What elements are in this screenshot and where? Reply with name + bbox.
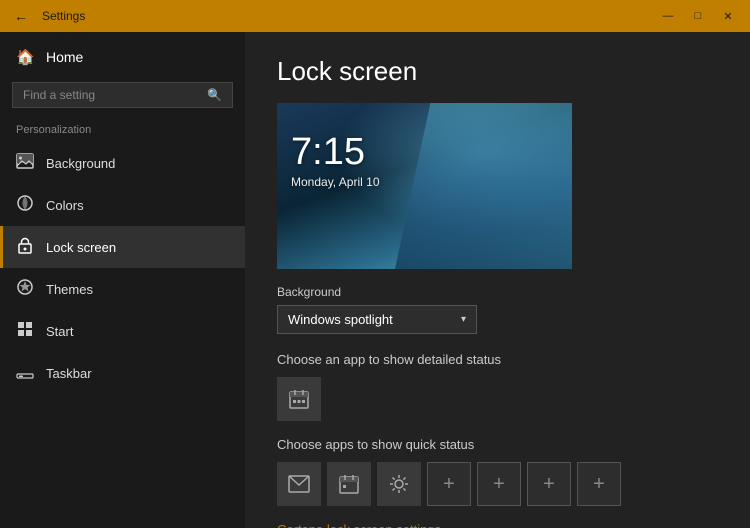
titlebar-left: ← Settings [8, 6, 85, 26]
home-label: Home [46, 49, 83, 65]
titlebar: ← Settings — □ ✕ [0, 0, 750, 32]
sidebar-item-taskbar-label: Taskbar [46, 366, 92, 381]
colors-icon [16, 194, 34, 216]
calendar-app-button[interactable] [277, 377, 321, 421]
mail-app-button[interactable] [277, 462, 321, 506]
sidebar-item-colors-label: Colors [46, 198, 84, 213]
lock-screen-icon [16, 236, 34, 258]
themes-icon [16, 278, 34, 300]
sidebar-item-themes-label: Themes [46, 282, 93, 297]
sidebar-item-start-label: Start [46, 324, 73, 339]
quick-status-row: + + + + [277, 462, 718, 506]
maximize-button[interactable]: □ [684, 6, 712, 26]
section-label: Personalization [0, 120, 245, 142]
main-content: Lock screen 7:15 Monday, April 10 Backgr… [245, 32, 750, 528]
preview-date: Monday, April 10 [291, 175, 380, 189]
add-app-button-2[interactable]: + [477, 462, 521, 506]
cortana-lock-screen-link[interactable]: Cortana lock screen settings [277, 522, 718, 528]
minimize-button[interactable]: — [654, 6, 682, 26]
search-box[interactable]: 🔍 [12, 82, 233, 108]
brightness-app-button[interactable] [377, 462, 421, 506]
sidebar-item-background-label: Background [46, 156, 115, 171]
back-button[interactable]: ← [8, 6, 34, 26]
search-input[interactable] [23, 88, 199, 102]
sidebar-item-lockscreen-label: Lock screen [46, 240, 116, 255]
lock-screen-preview: 7:15 Monday, April 10 [277, 103, 572, 269]
sidebar: 🏠 Home 🔍 Personalization Background [0, 32, 245, 528]
chevron-down-icon: ▾ [461, 314, 466, 325]
add-app-button-4[interactable]: + [577, 462, 621, 506]
page-title: Lock screen [277, 56, 718, 87]
add-app-button-3[interactable]: + [527, 462, 571, 506]
background-icon [16, 152, 34, 174]
background-dropdown-value: Windows spotlight [288, 312, 393, 327]
search-icon: 🔍 [207, 88, 222, 102]
sidebar-item-lockscreen[interactable]: Lock screen [0, 226, 245, 268]
close-button[interactable]: ✕ [714, 6, 742, 26]
sidebar-item-themes[interactable]: Themes [0, 268, 245, 310]
sidebar-item-background[interactable]: Background [0, 142, 245, 184]
sidebar-item-taskbar[interactable]: Taskbar [0, 352, 245, 394]
titlebar-controls: — □ ✕ [654, 6, 742, 26]
add-app-button-1[interactable]: + [427, 462, 471, 506]
detailed-status-label: Choose an app to show detailed status [277, 352, 718, 367]
background-label: Background [277, 285, 718, 299]
detailed-status-row [277, 377, 718, 421]
background-dropdown[interactable]: Windows spotlight ▾ [277, 305, 477, 334]
start-icon [16, 320, 34, 342]
home-icon: 🏠 [16, 48, 34, 66]
taskbar-icon [16, 362, 34, 384]
quick-status-label: Choose apps to show quick status [277, 437, 718, 452]
titlebar-title: Settings [42, 9, 85, 23]
sidebar-item-colors[interactable]: Colors [0, 184, 245, 226]
calendar-quick-button[interactable] [327, 462, 371, 506]
sidebar-item-home[interactable]: 🏠 Home [0, 40, 245, 74]
sidebar-item-start[interactable]: Start [0, 310, 245, 352]
app-container: 🏠 Home 🔍 Personalization Background [0, 32, 750, 528]
preview-time: 7:15 [291, 133, 365, 171]
